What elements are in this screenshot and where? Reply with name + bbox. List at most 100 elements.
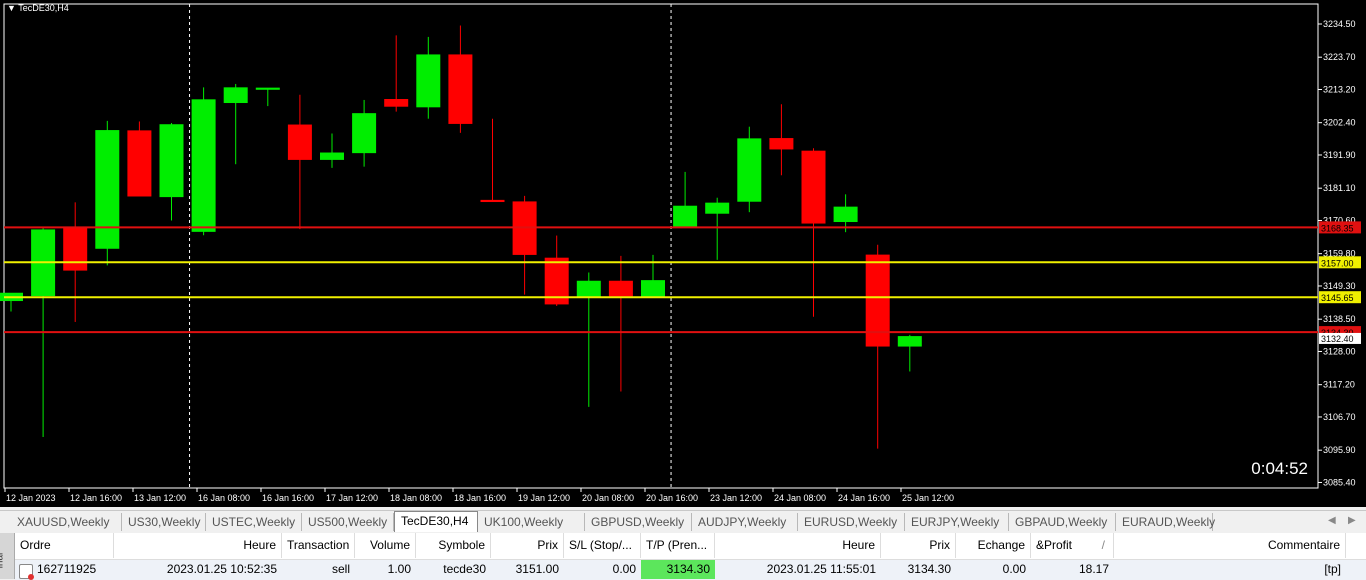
cell-ordre: 162711925	[37, 562, 97, 576]
candle-body	[801, 150, 826, 224]
candlestick-chart: 3234.50 3223.70 3213.20 3202.40 3191.90 3181.…	[0, 3, 1361, 503]
tab-eurjpy-weekly[interactable]: EURJPY,Weekly	[905, 513, 1009, 531]
cell-heure: 2023.01.25 10:52:35	[166, 562, 277, 576]
tab-eurusd-weekly[interactable]: EURUSD,Weekly	[798, 513, 905, 531]
candle-body	[769, 138, 794, 150]
tab-gbpusd-weekly[interactable]: GBPUSD,Weekly	[585, 513, 692, 531]
dropdown-arrow-icon[interactable]: ▼	[7, 3, 16, 13]
tab-us30-weekly[interactable]: US30,Weekly	[122, 513, 206, 531]
y-tick-label: 3106.70	[1323, 412, 1356, 422]
candle-body	[159, 124, 184, 198]
y-tick-label: 3181.10	[1323, 183, 1356, 193]
bid-price-label: 3132.40	[1321, 334, 1354, 344]
col-commentaire[interactable]: Commentaire	[1114, 533, 1346, 558]
x-tick-label: 12 Jan 2023	[6, 493, 56, 503]
candle-body	[897, 336, 922, 347]
candle-countdown: 0:04:52	[1251, 459, 1308, 478]
x-tick-label: 12 Jan 16:00	[70, 493, 122, 503]
x-tick-label: 20 Jan 16:00	[646, 493, 698, 503]
tab-ustec-weekly[interactable]: USTEC,Weekly	[206, 513, 302, 531]
x-tick-label: 16 Jan 16:00	[262, 493, 314, 503]
y-tick-label: 3202.40	[1323, 118, 1356, 128]
candle-body	[673, 205, 698, 228]
col-ordre[interactable]: Ordre	[15, 533, 114, 558]
col-tp[interactable]: T/P (Pren...	[641, 533, 715, 558]
candle-body	[95, 130, 120, 249]
terminal-trade-table: Ordre Heure Transaction Volume Symbole P…	[0, 533, 1366, 580]
scroll-left-icon[interactable]: ◀	[1328, 515, 1336, 526]
x-tick-label: 23 Jan 12:00	[710, 493, 762, 503]
candle-body	[705, 202, 730, 214]
candle-body	[608, 280, 633, 297]
y-tick-label: 3191.90	[1323, 150, 1356, 160]
plot-frame	[3, 3, 1319, 489]
col-volume[interactable]: Volume	[355, 533, 416, 558]
x-tick-label: 13 Jan 12:00	[134, 493, 186, 503]
terminal-side-panel[interactable]: inal	[0, 533, 15, 579]
candle-body	[480, 199, 505, 203]
cell-heure2: 2023.01.25 11:55:01	[766, 562, 876, 576]
y-tick-label: 3213.20	[1323, 84, 1356, 94]
x-tick-label: 19 Jan 12:00	[518, 493, 570, 503]
col-transaction[interactable]: Transaction	[282, 533, 355, 558]
candle-body	[223, 87, 248, 104]
candle-body	[287, 124, 312, 160]
candle-body	[352, 113, 377, 154]
y-tick-label: 3085.40	[1323, 477, 1356, 487]
candle-body	[127, 130, 152, 197]
col-symbole[interactable]: Symbole	[416, 533, 491, 558]
y-tick-label: 3128.00	[1323, 346, 1356, 356]
x-tick-label: 20 Jan 08:00	[582, 493, 634, 503]
cell-echange: 0.00	[1002, 562, 1026, 576]
x-tick-label: 16 Jan 08:00	[198, 493, 250, 503]
candle-body	[384, 99, 409, 107]
y-tick-label: 3117.20	[1323, 380, 1355, 390]
tab-us500-weekly[interactable]: US500,Weekly	[302, 513, 394, 531]
order-icon	[19, 564, 34, 580]
candle-body	[641, 280, 665, 298]
x-tick-label: 18 Jan 08:00	[390, 493, 442, 503]
tab-uk100-weekly[interactable]: UK100,Weekly	[478, 513, 585, 531]
col-profit[interactable]: &Profit /	[1031, 533, 1114, 558]
x-tick-label: 24 Jan 16:00	[838, 493, 890, 503]
candle-body	[576, 280, 601, 297]
col-sl[interactable]: S/L (Stop/...	[564, 533, 641, 558]
col-prix2[interactable]: Prix	[881, 533, 956, 558]
level-label: 3168.35	[1321, 223, 1354, 233]
candle-body	[416, 54, 441, 108]
candle-body	[448, 54, 473, 124]
y-tick-label: 3234.50	[1323, 19, 1356, 29]
chart-area[interactable]: 3234.50 3223.70 3213.20 3202.40 3191.90 3181.…	[0, 0, 1366, 507]
candle-body	[320, 152, 344, 160]
candle-body	[255, 87, 280, 90]
cell-sl: 0.00	[612, 562, 636, 576]
cell-prix2: 3134.30	[907, 562, 951, 576]
col-prix[interactable]: Prix	[491, 533, 564, 558]
terminal-side-label: inal	[0, 552, 6, 569]
candle-body	[833, 206, 858, 223]
tab-gbpaud-weekly[interactable]: GBPAUD,Weekly	[1009, 513, 1116, 531]
x-tick-label: 17 Jan 12:00	[326, 493, 378, 503]
cell-profit: 18.17	[1078, 562, 1109, 576]
cell-transaction: sell	[331, 562, 350, 576]
tab-euraud-weekly[interactable]: EURAUD,Weekly	[1116, 513, 1215, 531]
tab-xauusd-weekly[interactable]: XAUUSD,Weekly	[11, 513, 122, 531]
x-tick-label: 25 Jan 12:00	[902, 493, 954, 503]
col-echange[interactable]: Echange	[956, 533, 1031, 558]
cell-tp: 3134.30	[641, 560, 715, 579]
tab-tecde30-h4[interactable]: TecDE30,H4	[394, 511, 478, 532]
y-tick-label: 3095.90	[1323, 445, 1356, 455]
cell-symbole: tecde30	[443, 562, 486, 576]
sort-indicator: /	[1101, 538, 1105, 552]
scroll-right-icon[interactable]: ▶	[1348, 515, 1356, 526]
chart-symbol-label: TecDE30,H4	[18, 3, 69, 13]
y-tick-label: 3149.30	[1323, 281, 1356, 291]
level-label: 3157.00	[1321, 258, 1354, 268]
cell-volume: 1.00	[387, 562, 411, 576]
tab-audjpy-weekly[interactable]: AUDJPY,Weekly	[692, 513, 798, 531]
x-tick-label: 18 Jan 16:00	[454, 493, 506, 503]
level-label: 3145.65	[1321, 293, 1354, 303]
col-heure[interactable]: Heure	[114, 533, 282, 558]
candle-body	[63, 227, 88, 271]
col-heure2[interactable]: Heure	[715, 533, 881, 558]
